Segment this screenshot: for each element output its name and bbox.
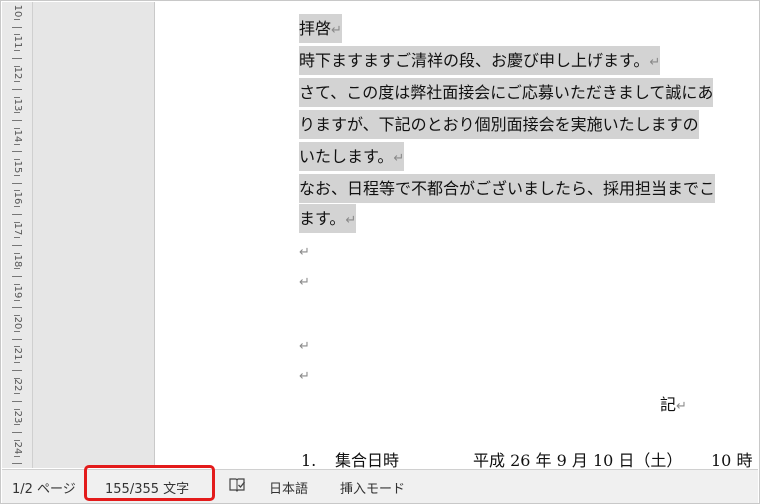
ruler-tick: [12, 245, 22, 246]
ruler-tick: [14, 424, 20, 426]
ruler-number: 12: [12, 67, 23, 80]
ruler-tick: [14, 206, 20, 207]
ruler-number: 24: [12, 441, 23, 455]
input-mode-indicator[interactable]: 挿入モード: [340, 478, 405, 497]
ruler-tick: [12, 182, 22, 184]
ruler-tick: [12, 307, 22, 309]
doc-line-empty[interactable]: ↵: [299, 330, 310, 359]
doc-line[interactable]: さて、この度は弊社面接会にご応募いただきまして誠にあ: [299, 78, 714, 107]
ruler-number: 17: [12, 223, 23, 236]
language-indicator[interactable]: 日本語: [269, 478, 308, 497]
ruler-tick: [14, 393, 20, 395]
ruler-number: 20: [12, 316, 23, 330]
ruler-tick: [12, 463, 22, 465]
word-count-highlight: [84, 465, 215, 501]
list-label: 集合日時: [335, 451, 400, 468]
ruler-tick: [14, 268, 20, 270]
ruler-tick: [12, 89, 22, 90]
ruler-number: 22: [12, 379, 23, 392]
ruler-tick: [12, 213, 22, 215]
ruler-number: 23: [12, 410, 23, 423]
ruler-tick: [14, 362, 20, 363]
page-indicator[interactable]: 1/2 ページ: [12, 478, 76, 497]
list-time: 10 時: [711, 451, 753, 468]
ruler-tick: [14, 299, 20, 301]
doc-line-empty[interactable]: ↵: [299, 266, 310, 295]
ruler-number: 14: [12, 129, 23, 143]
ruler-tick: [14, 330, 20, 332]
doc-line-empty[interactable]: ↵: [299, 236, 310, 265]
ruler-tick: [14, 18, 20, 20]
page-gutter: [33, 2, 154, 468]
ruler-number: 21: [12, 347, 23, 361]
ruler-number: 11: [12, 35, 23, 49]
ruler-tick: [12, 338, 22, 340]
ruler-tick: [12, 26, 22, 28]
document-page[interactable]: 拝啓↵ 時下ますますご清祥の段、お慶び申し上げます。↵ さて、この度は弊社面接会…: [155, 2, 758, 468]
ruler-tick: [14, 455, 20, 457]
ruler-number: 16: [12, 191, 23, 205]
list-date: 平成 26 年 9 月 10 日（土）: [473, 451, 683, 468]
list-number: 1.: [301, 451, 317, 468]
ruler-tick: [12, 120, 22, 122]
ruler-number: 19: [12, 285, 23, 299]
ruler-tick: [12, 57, 22, 59]
doc-line[interactable]: 拝啓↵: [299, 14, 342, 43]
doc-line[interactable]: 時下ますますご清祥の段、お慶び申し上げます。↵: [299, 46, 661, 75]
doc-line[interactable]: いたします。↵: [299, 142, 405, 171]
ruler-number: 18: [12, 254, 23, 267]
doc-line[interactable]: なお、日程等で不都合がございましたら、採用担当までこ: [299, 174, 716, 203]
ruler-tick: [12, 151, 22, 153]
ruler-tick: [12, 369, 22, 371]
ruler-tick: [14, 143, 20, 145]
vertical-ruler[interactable]: 10 11 12 13 14 15 16 17 18 19 20 21 22 23 24: [2, 2, 33, 473]
doc-line-empty[interactable]: ↵: [299, 360, 310, 389]
ki-heading[interactable]: 記↵: [660, 390, 687, 419]
book-check-icon[interactable]: [228, 476, 246, 498]
doc-line[interactable]: ます。↵: [299, 204, 357, 233]
ruler-number: 10: [12, 4, 23, 18]
ruler-tick: [12, 432, 22, 434]
ruler-tick: [12, 401, 22, 402]
ruler-tick: [14, 237, 20, 239]
ruler-tick: [14, 50, 20, 51]
ruler-number: 15: [12, 160, 23, 174]
ruler-tick: [14, 174, 20, 176]
ruler-tick: [14, 112, 20, 114]
doc-line[interactable]: りますが、下記のとおり個別面接会を実施いたしますの: [299, 110, 699, 139]
ruler-tick: [14, 81, 20, 83]
ruler-tick: [12, 276, 22, 278]
ruler-number: 13: [12, 98, 23, 111]
